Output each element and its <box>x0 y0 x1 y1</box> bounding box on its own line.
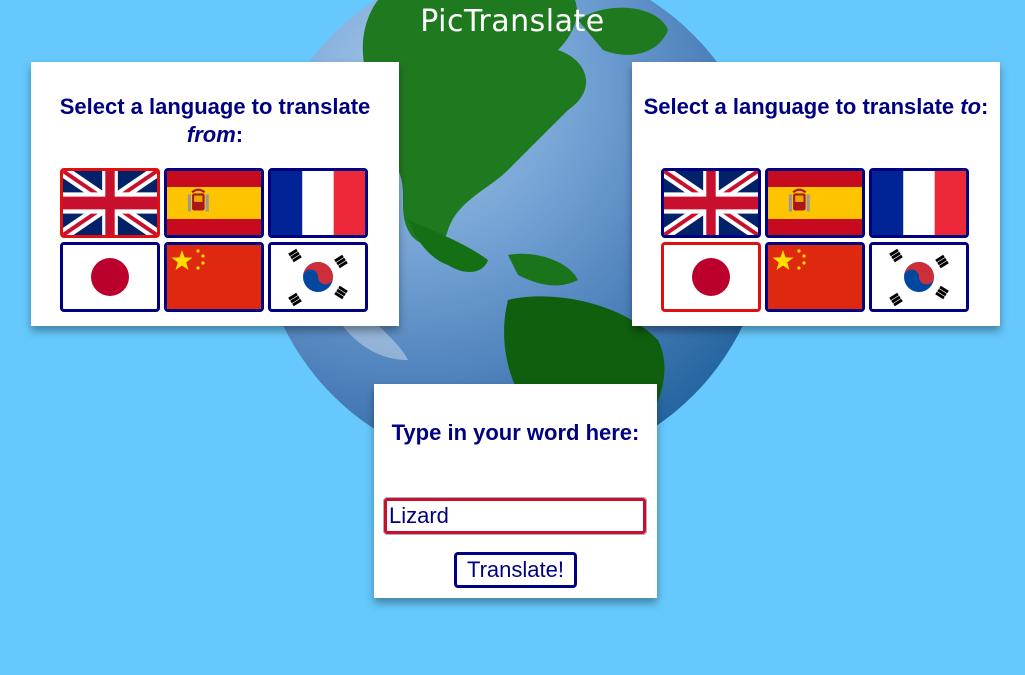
japan-flag-icon <box>63 245 157 309</box>
to-heading-emphasis: to <box>960 94 982 119</box>
south-korea-flag-icon <box>872 245 966 309</box>
to-flag-english[interactable] <box>661 168 761 238</box>
word-input-panel: Type in your word here: Translate! <box>374 384 657 598</box>
to-language-panel: Select a language to translate to: <box>632 62 1000 326</box>
to-flag-french[interactable] <box>869 168 969 238</box>
japan-flag-icon <box>664 245 758 309</box>
france-flag-icon <box>872 171 966 235</box>
uk-flag-icon <box>63 171 157 235</box>
word-input[interactable] <box>383 497 647 535</box>
word-panel-heading: Type in your word here: <box>391 420 640 445</box>
uk-flag-icon <box>664 171 758 235</box>
from-heading-emphasis: from <box>186 122 236 147</box>
spain-flag-icon <box>768 171 862 235</box>
from-heading-prefix: Select a language to translate <box>59 94 371 119</box>
china-flag-icon <box>768 245 862 309</box>
from-flag-french[interactable] <box>268 168 368 238</box>
app-title: PicTranslate <box>420 4 605 39</box>
from-flag-japanese[interactable] <box>60 242 160 312</box>
china-flag-icon <box>167 245 261 309</box>
to-flag-korean[interactable] <box>869 242 969 312</box>
translate-button[interactable]: Translate! <box>454 552 577 588</box>
from-flag-chinese[interactable] <box>164 242 264 312</box>
to-flag-japanese[interactable] <box>661 242 761 312</box>
from-flag-english[interactable] <box>60 168 160 238</box>
from-flag-korean[interactable] <box>268 242 368 312</box>
from-heading-suffix: : <box>235 122 244 147</box>
from-panel-heading: Select a language to translate from: <box>31 93 399 149</box>
from-flag-spanish[interactable] <box>164 168 264 238</box>
from-flag-grid <box>60 168 370 312</box>
spain-flag-icon <box>167 171 261 235</box>
to-flag-chinese[interactable] <box>765 242 865 312</box>
to-heading-prefix: Select a language to translate <box>643 94 961 119</box>
to-flag-grid <box>661 168 971 312</box>
to-panel-heading: Select a language to translate to: <box>632 93 1000 121</box>
south-korea-flag-icon <box>271 245 365 309</box>
to-heading-suffix: : <box>981 94 989 119</box>
from-language-panel: Select a language to translate from: <box>31 62 399 326</box>
france-flag-icon <box>271 171 365 235</box>
to-flag-spanish[interactable] <box>765 168 865 238</box>
